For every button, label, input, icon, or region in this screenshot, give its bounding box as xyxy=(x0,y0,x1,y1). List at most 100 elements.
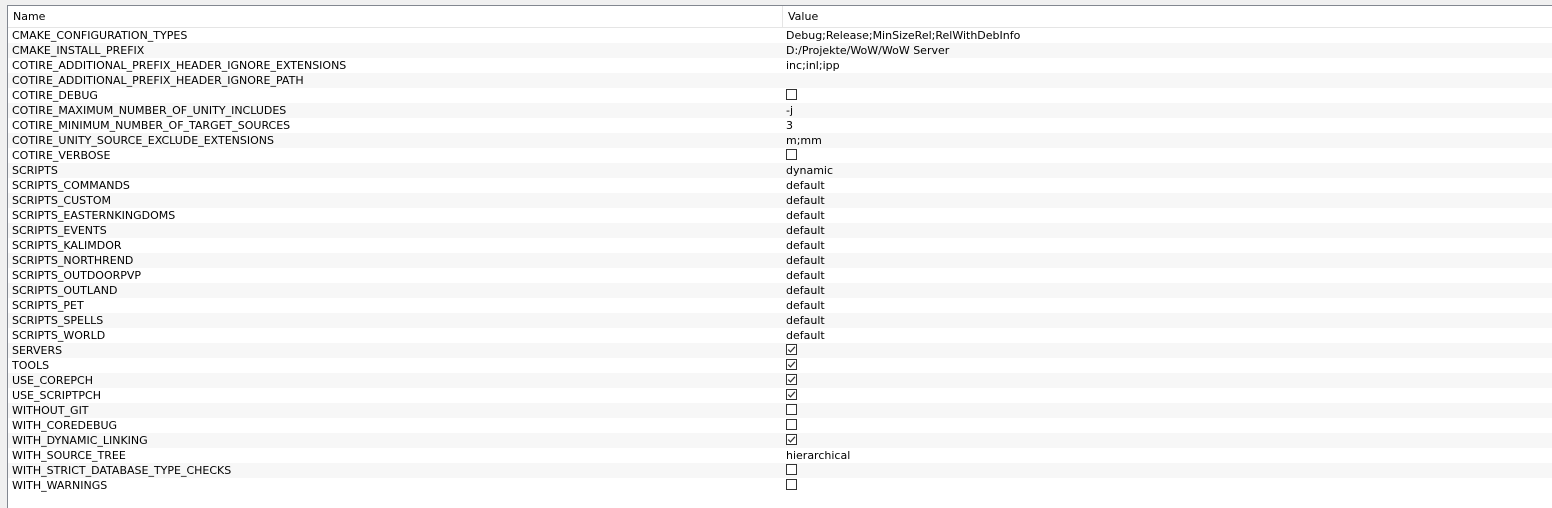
checkbox-unchecked[interactable] xyxy=(786,464,797,475)
table-row[interactable]: SCRIPTS_CUSTOM default xyxy=(8,193,1552,208)
table-row[interactable]: SCRIPTS_NORTHREND default xyxy=(8,253,1552,268)
variable-value[interactable]: default xyxy=(786,193,1552,208)
checkbox-checked[interactable] xyxy=(786,374,797,385)
table-row[interactable]: WITHOUT_GIT xyxy=(8,403,1552,418)
checkmark-icon xyxy=(787,346,796,353)
table-row[interactable]: SCRIPTS_OUTDOORPVP default xyxy=(8,268,1552,283)
variable-value-cell xyxy=(786,463,1552,478)
variable-value[interactable]: default xyxy=(786,223,1552,238)
variable-value[interactable]: dynamic xyxy=(786,163,1552,178)
variable-value-cell xyxy=(786,343,1552,358)
variable-value-cell xyxy=(786,373,1552,388)
checkbox-checked[interactable] xyxy=(786,434,797,445)
variable-name: WITH_STRICT_DATABASE_TYPE_CHECKS xyxy=(12,464,232,477)
table-row[interactable]: SERVERS xyxy=(8,343,1552,358)
variable-value[interactable]: default xyxy=(786,283,1552,298)
table-row[interactable]: SCRIPTS_OUTLAND default xyxy=(8,283,1552,298)
table-row[interactable]: WITH_DYNAMIC_LINKING xyxy=(8,433,1552,448)
table-row[interactable]: CMAKE_CONFIGURATION_TYPES Debug;Release;M… xyxy=(8,28,1552,43)
variable-value[interactable]: inc;inl;ipp xyxy=(786,58,1552,73)
checkbox-unchecked[interactable] xyxy=(786,149,797,160)
table-row[interactable]: SCRIPTS_PET default xyxy=(8,298,1552,313)
table-row[interactable]: COTIRE_ADDITIONAL_PREFIX_HEADER_IGNORE_E… xyxy=(8,58,1552,73)
checkbox-unchecked[interactable] xyxy=(786,419,797,430)
variable-value-cell xyxy=(786,88,1552,103)
table-row[interactable]: USE_COREPCH xyxy=(8,373,1552,388)
table-row[interactable]: COTIRE_MINIMUM_NUMBER_OF_TARGET_SOURCES 3 xyxy=(8,118,1552,133)
variable-name: USE_SCRIPTPCH xyxy=(12,389,101,402)
checkbox-unchecked[interactable] xyxy=(786,89,797,100)
table-row[interactable]: WITH_WARNINGS xyxy=(8,478,1552,493)
variable-name: SCRIPTS_KALIMDOR xyxy=(12,239,122,252)
variable-name: COTIRE_ADDITIONAL_PREFIX_HEADER_IGNORE_P… xyxy=(12,74,304,87)
variable-value[interactable]: default xyxy=(786,298,1552,313)
variable-name: SCRIPTS_CUSTOM xyxy=(12,194,111,207)
variable-value[interactable]: Debug;Release;MinSizeRel;RelWithDebInfo xyxy=(786,28,1552,43)
table-row[interactable]: SCRIPTS dynamic xyxy=(8,163,1552,178)
variable-name: SCRIPTS_OUTDOORPVP xyxy=(12,269,142,282)
checkmark-icon xyxy=(787,376,796,383)
variable-value-cell xyxy=(786,388,1552,403)
variable-name: CMAKE_CONFIGURATION_TYPES xyxy=(12,29,188,42)
variable-name: SCRIPTS_WORLD xyxy=(12,329,106,342)
variable-value-cell xyxy=(786,478,1552,493)
variable-name: USE_COREPCH xyxy=(12,374,94,387)
table-row[interactable]: WITH_COREDEBUG xyxy=(8,418,1552,433)
variable-value[interactable]: default xyxy=(786,178,1552,193)
variable-name: COTIRE_MAXIMUM_NUMBER_OF_UNITY_INCLUDES xyxy=(12,104,287,117)
variable-name: SCRIPTS_OUTLAND xyxy=(12,284,118,297)
table-row[interactable]: COTIRE_ADDITIONAL_PREFIX_HEADER_IGNORE_P… xyxy=(8,73,1552,88)
checkbox-checked[interactable] xyxy=(786,344,797,355)
checkbox-checked[interactable] xyxy=(786,389,797,400)
table-row[interactable]: USE_SCRIPTPCH xyxy=(8,388,1552,403)
checkbox-unchecked[interactable] xyxy=(786,404,797,415)
checkbox-checked[interactable] xyxy=(786,359,797,370)
table-row[interactable]: SCRIPTS_KALIMDOR default xyxy=(8,238,1552,253)
table-row[interactable]: SCRIPTS_SPELLS default xyxy=(8,313,1552,328)
variable-name: COTIRE_VERBOSE xyxy=(12,149,111,162)
variable-name: WITH_COREDEBUG xyxy=(12,419,118,432)
variable-value[interactable]: default xyxy=(786,208,1552,223)
table-row[interactable]: SCRIPTS_EASTERNKINGDOMS default xyxy=(8,208,1552,223)
variable-value[interactable]: default xyxy=(786,268,1552,283)
table-row[interactable]: SCRIPTS_COMMANDS default xyxy=(8,178,1552,193)
table-row[interactable]: SCRIPTS_EVENTS default xyxy=(8,223,1552,238)
table-row[interactable]: COTIRE_UNITY_SOURCE_EXCLUDE_EXTENSIONS m;… xyxy=(8,133,1552,148)
checkmark-icon xyxy=(787,436,796,443)
table-row[interactable]: CMAKE_INSTALL_PREFIX D:/Projekte/WoW/WoW … xyxy=(8,43,1552,58)
variable-value[interactable]: default xyxy=(786,313,1552,328)
variable-value[interactable]: default xyxy=(786,238,1552,253)
table-row[interactable]: COTIRE_VERBOSE xyxy=(8,148,1552,163)
checkbox-unchecked[interactable] xyxy=(786,479,797,490)
variable-name: CMAKE_INSTALL_PREFIX xyxy=(12,44,145,57)
variable-value[interactable] xyxy=(786,73,1552,88)
table-header: Name Value xyxy=(8,6,1552,28)
variable-name: SCRIPTS_EVENTS xyxy=(12,224,107,237)
variable-value-cell xyxy=(786,418,1552,433)
variable-value[interactable]: default xyxy=(786,253,1552,268)
table-row[interactable]: TOOLS xyxy=(8,358,1552,373)
variable-value[interactable]: default xyxy=(786,328,1552,343)
variable-value[interactable]: D:/Projekte/WoW/WoW Server xyxy=(786,43,1552,58)
variable-name: SCRIPTS_SPELLS xyxy=(12,314,104,327)
variable-name: WITH_DYNAMIC_LINKING xyxy=(12,434,148,447)
name-column-header[interactable]: Name xyxy=(8,6,783,27)
table-row[interactable]: COTIRE_MAXIMUM_NUMBER_OF_UNITY_INCLUDES -… xyxy=(8,103,1552,118)
table-row[interactable]: WITH_SOURCE_TREE hierarchical xyxy=(8,448,1552,463)
table-row[interactable]: SCRIPTS_WORLD default xyxy=(8,328,1552,343)
table-row[interactable]: COTIRE_DEBUG xyxy=(8,88,1552,103)
variable-value-cell xyxy=(786,433,1552,448)
variable-name: COTIRE_MINIMUM_NUMBER_OF_TARGET_SOURCES xyxy=(12,119,291,132)
checkmark-icon xyxy=(787,361,796,368)
variable-value[interactable]: -j xyxy=(786,103,1552,118)
cmake-variables-table: Name Value CMAKE_CONFIGURATION_TYPES Debu… xyxy=(7,5,1552,508)
variable-value[interactable]: m;mm xyxy=(786,133,1552,148)
table-row[interactable]: WITH_STRICT_DATABASE_TYPE_CHECKS xyxy=(8,463,1552,478)
value-column-header[interactable]: Value xyxy=(783,6,1552,27)
variable-value-cell xyxy=(786,403,1552,418)
variable-name: WITHOUT_GIT xyxy=(12,404,89,417)
variable-name: COTIRE_DEBUG xyxy=(12,89,98,102)
variable-value[interactable]: hierarchical xyxy=(786,448,1552,463)
variable-value[interactable]: 3 xyxy=(786,118,1552,133)
variable-name: SCRIPTS xyxy=(12,164,58,177)
